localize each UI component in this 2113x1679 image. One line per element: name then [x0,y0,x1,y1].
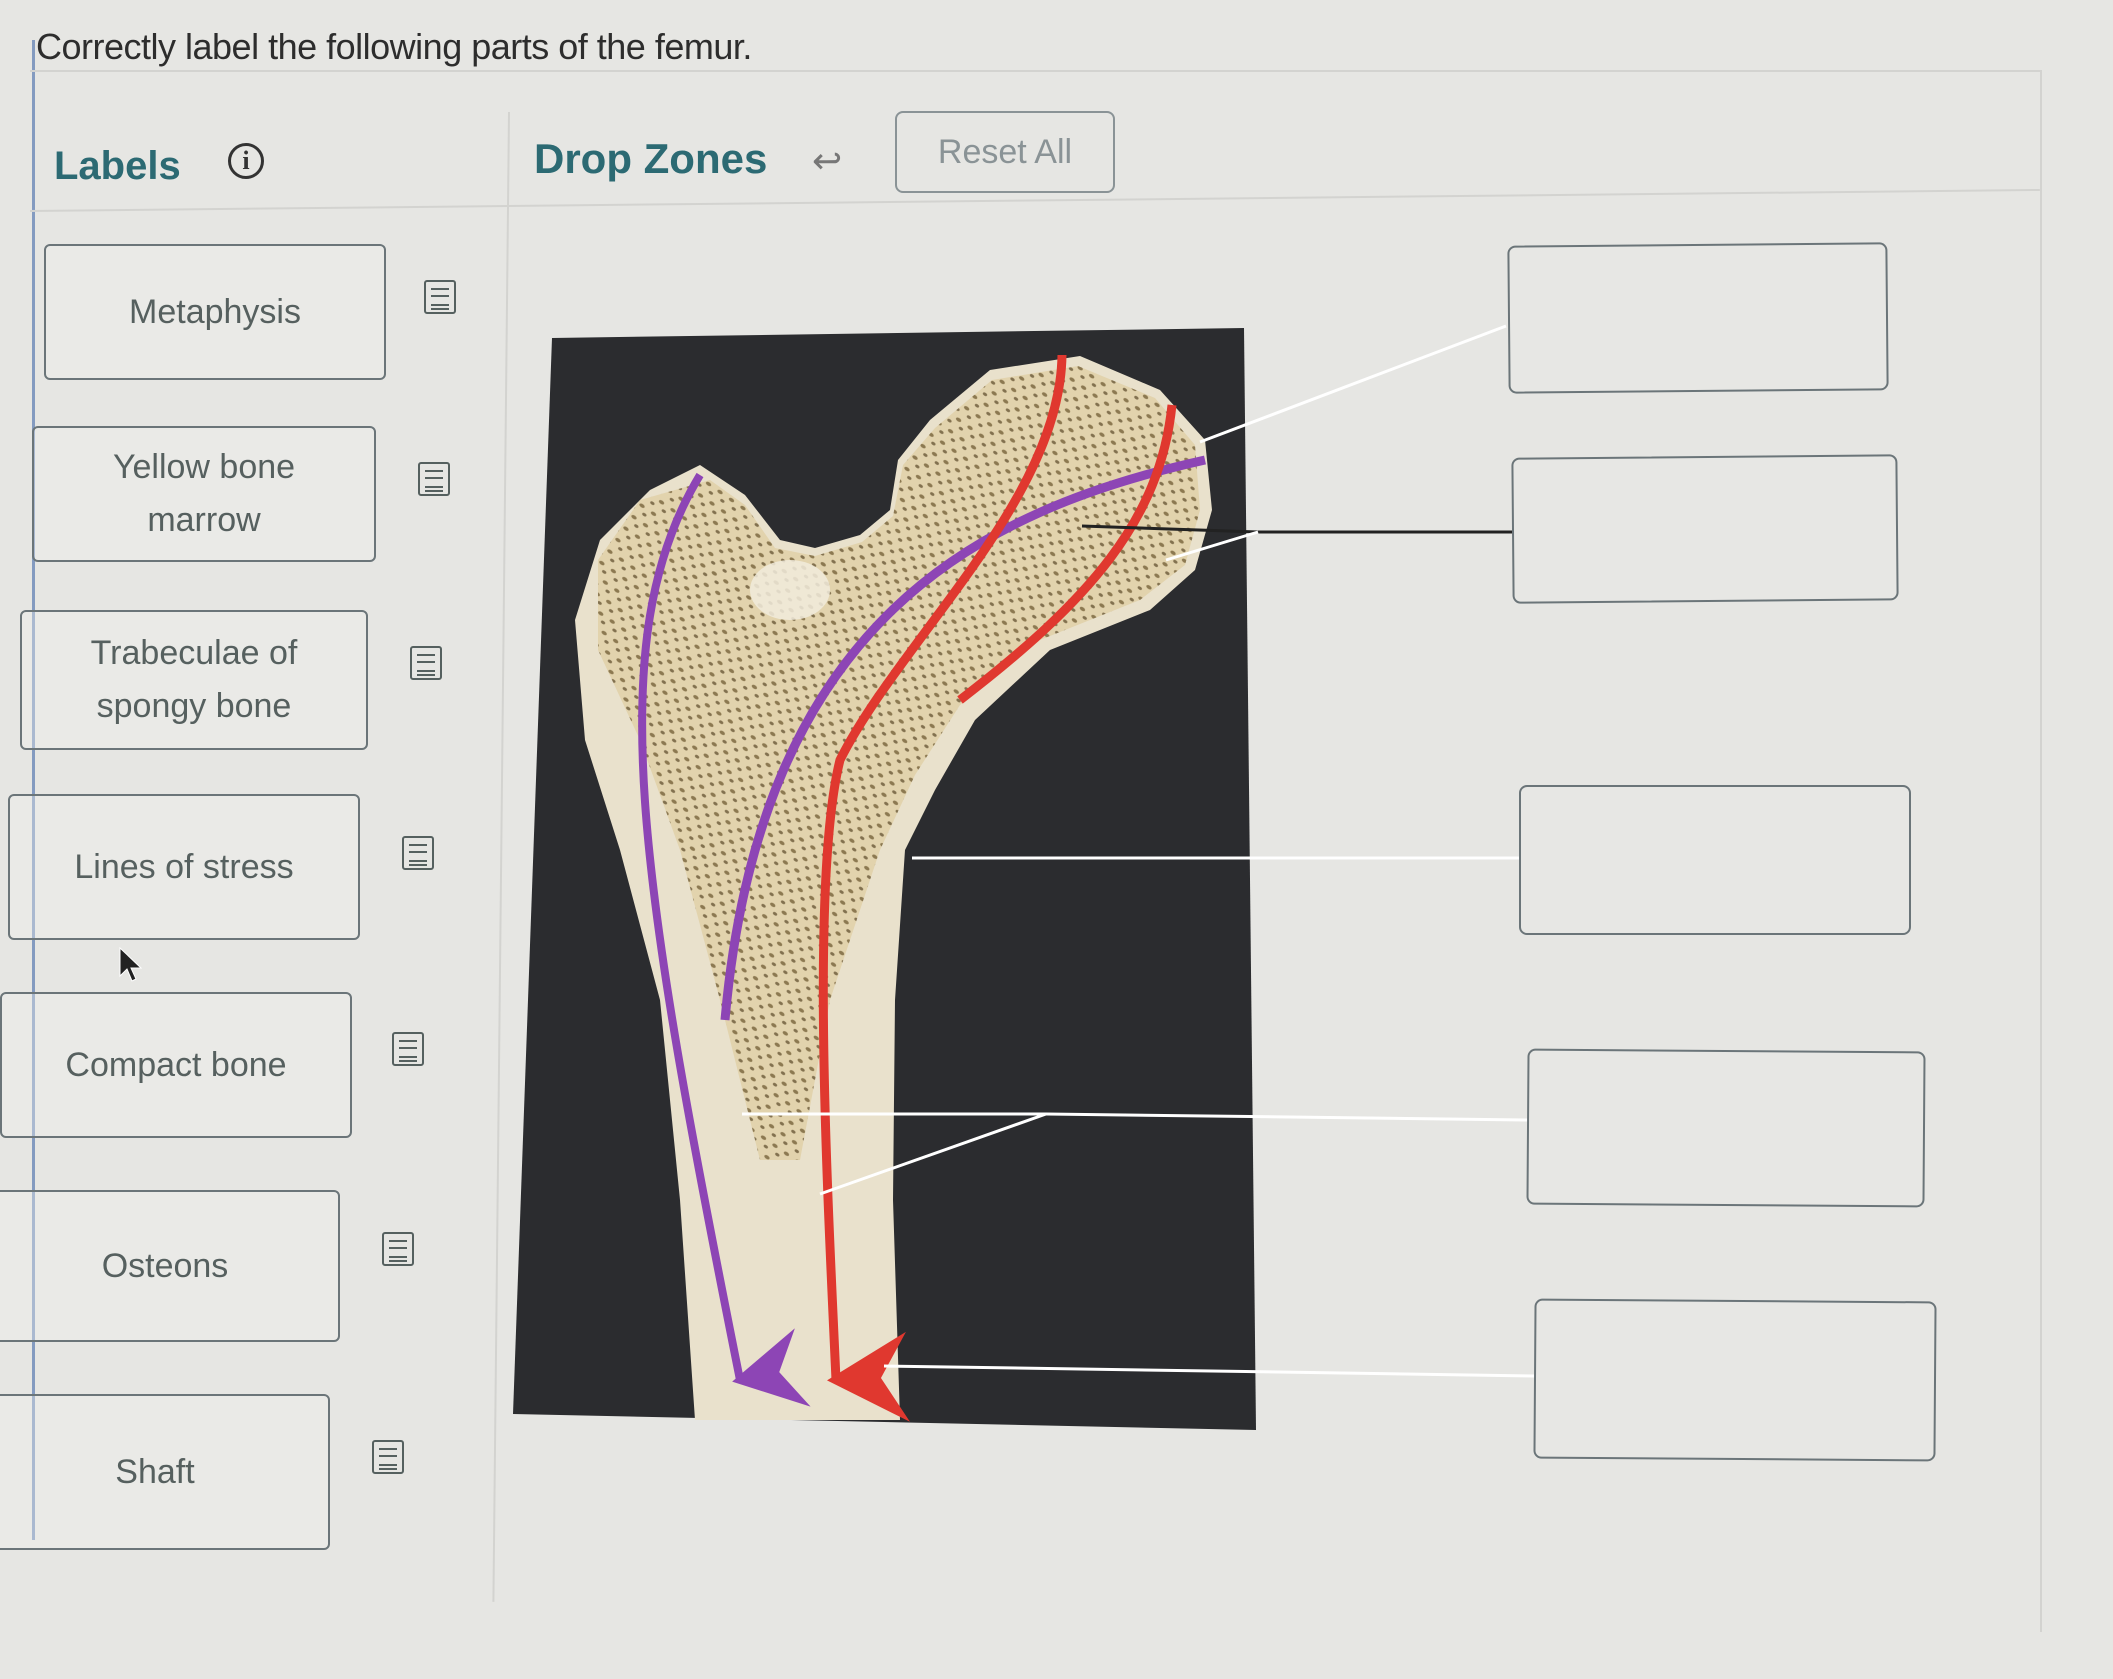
drop-zone-2[interactable] [1511,454,1899,604]
femur-photo [513,328,1256,1430]
drop-zone-5[interactable] [1533,1298,1937,1462]
leader-line-1 [1199,324,1507,444]
drop-zone-1[interactable] [1507,242,1889,394]
drop-zone-4[interactable] [1526,1048,1926,1208]
drop-zone-3[interactable] [1519,785,1911,935]
neck-highlight [750,560,830,620]
